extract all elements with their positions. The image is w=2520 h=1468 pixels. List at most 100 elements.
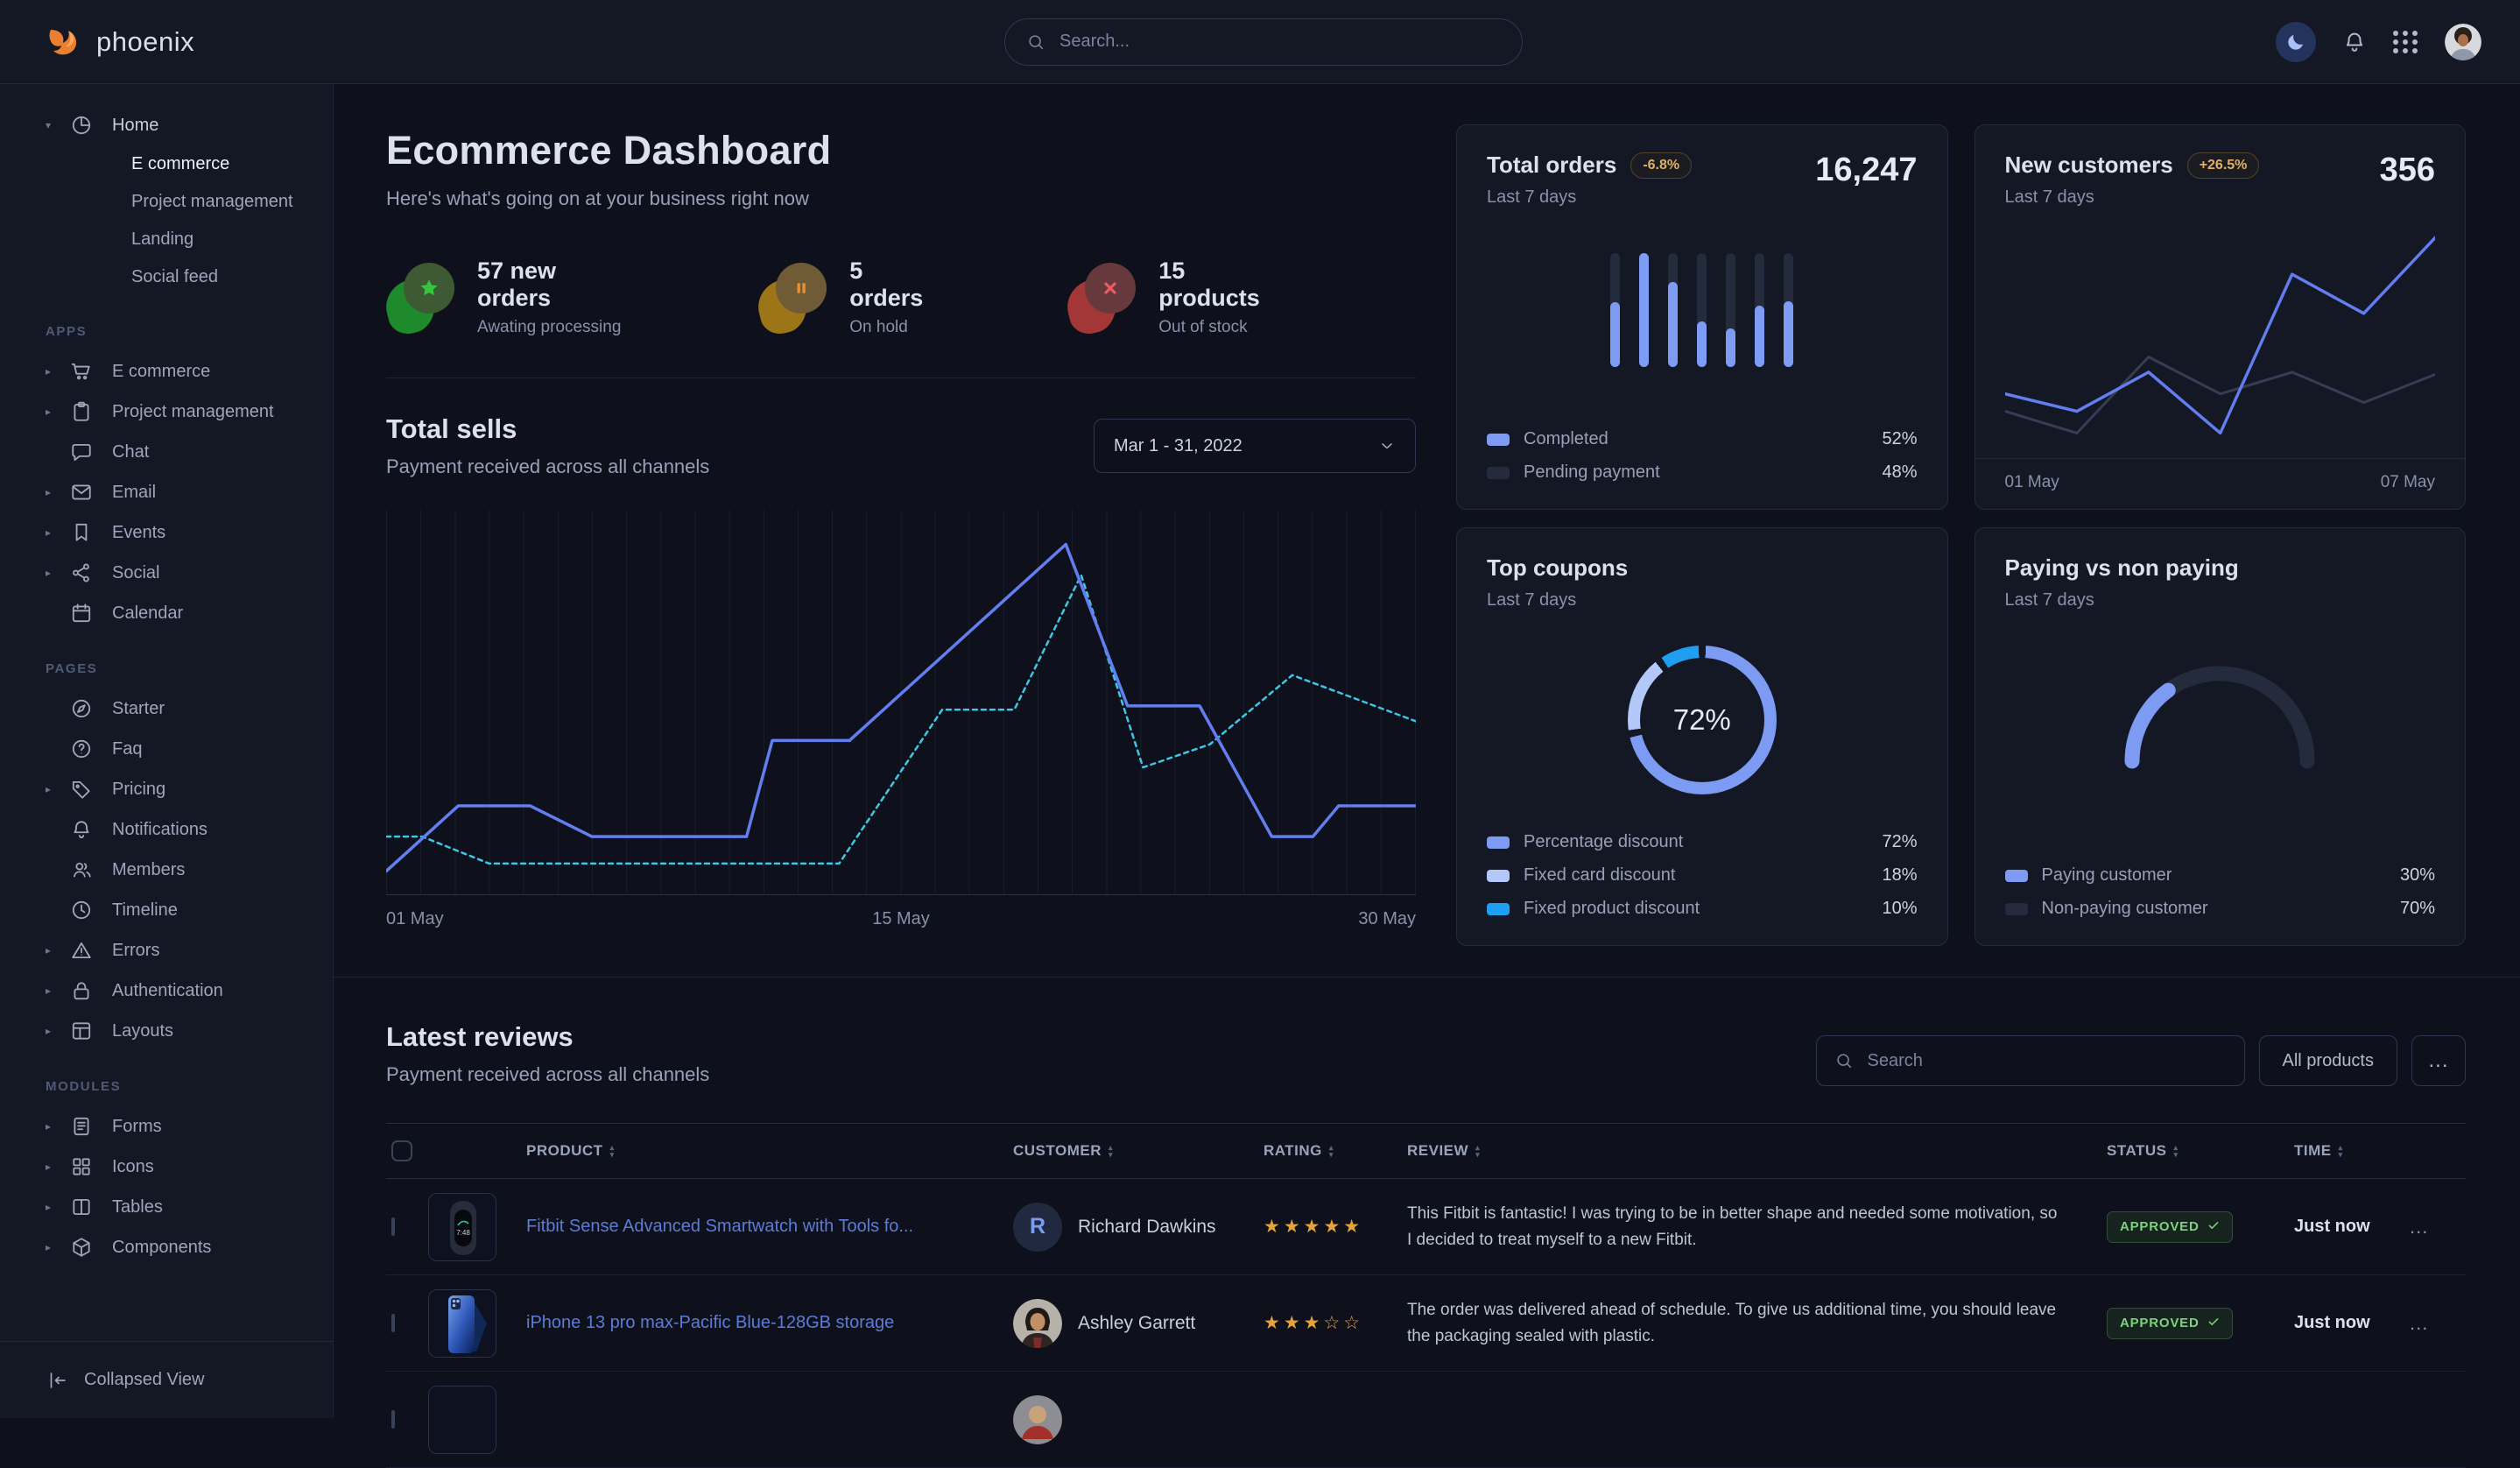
row-checkbox[interactable] (391, 1314, 395, 1332)
calendar-icon (70, 602, 93, 625)
product-cell: Fitbit Sense Advanced Smartwatch with To… (526, 1217, 1013, 1237)
customer-avatar[interactable] (1013, 1395, 1062, 1444)
product-link[interactable]: Fitbit Sense Advanced Smartwatch with To… (526, 1217, 940, 1236)
sidebar-item-authentication[interactable]: ▸Authentication (0, 970, 333, 1011)
notifications-button[interactable] (2342, 30, 2367, 54)
legend-label: Non-paying customer (2042, 899, 2208, 919)
sidebar-item-notifications[interactable]: Notifications (0, 809, 333, 850)
column-header-time[interactable]: TIME▴▾ (2294, 1142, 2410, 1160)
sort-down: ▾ (1329, 1151, 1334, 1158)
reviews-search[interactable] (1816, 1035, 2245, 1086)
select-all-checkbox[interactable] (391, 1140, 412, 1161)
select-all-cell (386, 1140, 428, 1161)
card-period: Last 7 days (2005, 590, 2436, 610)
clock-icon (70, 899, 93, 921)
total-orders-bar-chart[interactable] (1487, 253, 1918, 367)
sidebar-item-members[interactable]: Members (0, 850, 333, 890)
sidebar-item-calendar[interactable]: Calendar (0, 593, 333, 633)
sidebar-item-faq[interactable]: Faq (0, 729, 333, 769)
sidebar-collapse-toggle[interactable]: Collapsed View (0, 1341, 333, 1418)
sidebar-item-layouts[interactable]: ▸Layouts (0, 1011, 333, 1051)
sidebar-item-tables[interactable]: ▸Tables (0, 1187, 333, 1227)
brand[interactable]: phoenix (46, 23, 1004, 61)
column-header-product[interactable]: PRODUCT▴▾ (526, 1142, 1013, 1160)
order-bar-fill (1610, 302, 1620, 367)
legend-swatch (2005, 870, 2028, 882)
sidebar-item-home[interactable]: ▾Home (0, 105, 333, 145)
user-avatar[interactable] (2445, 24, 2481, 60)
card-title: Top coupons (1487, 554, 1628, 582)
sidebar-nav: ▾HomeE commerceProject managementLanding… (0, 105, 333, 1267)
legend-value: 10% (1882, 899, 1917, 919)
sidebar-item-label: Calendar (112, 603, 183, 624)
global-search-input[interactable] (1058, 31, 1501, 53)
reviews-more-button[interactable]: ... (2411, 1035, 2466, 1086)
date-range-select[interactable]: Mar 1 - 31, 2022 (1094, 419, 1416, 473)
sidebar-item-project-management[interactable]: ▸Project management (0, 392, 333, 432)
column-header-rating[interactable]: RATING▴▾ (1264, 1142, 1407, 1160)
sidebar-item-errors[interactable]: ▸Errors (0, 930, 333, 970)
sidebar-item-icons[interactable]: ▸Icons (0, 1147, 333, 1187)
stat-text: 5 ordersOn hold (849, 258, 936, 337)
product-thumbnail[interactable] (428, 1289, 496, 1358)
row-more-button[interactable]: ... (2410, 1216, 2466, 1239)
column-header-label: PRODUCT (526, 1142, 603, 1160)
column-header-customer[interactable]: CUSTOMER▴▾ (1013, 1142, 1264, 1160)
total-sells-chart[interactable] (386, 510, 1416, 895)
order-bar-fill (1755, 306, 1764, 367)
sidebar-subitem-social-feed[interactable]: Social feed (0, 258, 333, 296)
row-checkbox[interactable] (391, 1410, 395, 1429)
sidebar-item-label: Pricing (112, 780, 165, 800)
chevron-right-icon: ▸ (46, 1201, 70, 1213)
paying-card: Paying vs non paying Last 7 days Paying … (1974, 527, 2467, 946)
product-thumbnail[interactable] (428, 1386, 496, 1454)
row-more-button[interactable]: ... (2410, 1312, 2466, 1335)
warning-icon (70, 939, 93, 962)
column-header-review[interactable]: REVIEW▴▾ (1407, 1142, 2107, 1160)
paying-gauge-chart[interactable] (2005, 649, 2436, 772)
chevron-right-icon: ▸ (46, 1161, 70, 1173)
stat-caption: Awating processing (477, 318, 627, 337)
apps-menu-button[interactable] (2393, 31, 2418, 53)
reviews-title: Latest reviews (386, 1021, 709, 1053)
sidebar-item-email[interactable]: ▸Email (0, 472, 333, 512)
legend-label: Fixed product discount (1524, 899, 1700, 919)
global-search[interactable] (1004, 18, 1523, 66)
page-title: Ecommerce Dashboard (386, 128, 1416, 173)
sidebar-item-events[interactable]: ▸Events (0, 512, 333, 553)
legend-item: Non-paying customer70% (2005, 899, 2436, 919)
sidebar-item-chat[interactable]: Chat (0, 432, 333, 472)
sidebar-item-e-commerce[interactable]: ▸E commerce (0, 351, 333, 392)
legend-value: 52% (1882, 429, 1917, 449)
top-coupons-donut-chart[interactable]: 72% (1628, 646, 1777, 794)
x-tick: 07 May (2381, 473, 2435, 492)
all-products-button[interactable]: All products (2259, 1035, 2398, 1086)
donut-center-value: 72% (1628, 646, 1777, 794)
sidebar-item-pricing[interactable]: ▸Pricing (0, 769, 333, 809)
customer-avatar[interactable] (1013, 1299, 1062, 1348)
status-cell: APPROVED (2107, 1211, 2294, 1243)
stat-value: 5 orders (849, 258, 936, 312)
sidebar-item-label: Authentication (112, 981, 223, 1001)
sidebar-subitem-landing[interactable]: Landing (0, 221, 333, 258)
new-customers-line-chart[interactable] (2005, 229, 2436, 446)
reviews-search-input[interactable] (1866, 1050, 2227, 1072)
product-link[interactable]: iPhone 13 pro max-Pacific Blue-128GB sto… (526, 1313, 920, 1332)
stat-success: 57 new ordersAwating processing (386, 258, 627, 337)
order-bar-fill (1639, 253, 1649, 367)
sidebar-subitem-project-management[interactable]: Project management (0, 183, 333, 221)
customer-avatar-initial[interactable]: R (1013, 1203, 1062, 1252)
product-thumbnail[interactable]: 7:48 (428, 1193, 496, 1261)
sidebar-subitem-e-commerce[interactable]: E commerce (0, 145, 333, 183)
sidebar-item-timeline[interactable]: Timeline (0, 890, 333, 930)
sidebar-item-starter[interactable]: Starter (0, 688, 333, 729)
sidebar-item-forms[interactable]: ▸Forms (0, 1106, 333, 1147)
row-checkbox[interactable] (391, 1217, 395, 1236)
sidebar-item-social[interactable]: ▸Social (0, 553, 333, 593)
card-period: Last 7 days (1487, 187, 1692, 208)
column-header-status[interactable]: STATUS▴▾ (2107, 1142, 2294, 1160)
sort-icon: ▴▾ (1109, 1144, 1113, 1158)
dark-mode-toggle[interactable] (2276, 22, 2316, 62)
sidebar-item-components[interactable]: ▸Components (0, 1227, 333, 1267)
sidebar-item-label: Components (112, 1238, 211, 1258)
